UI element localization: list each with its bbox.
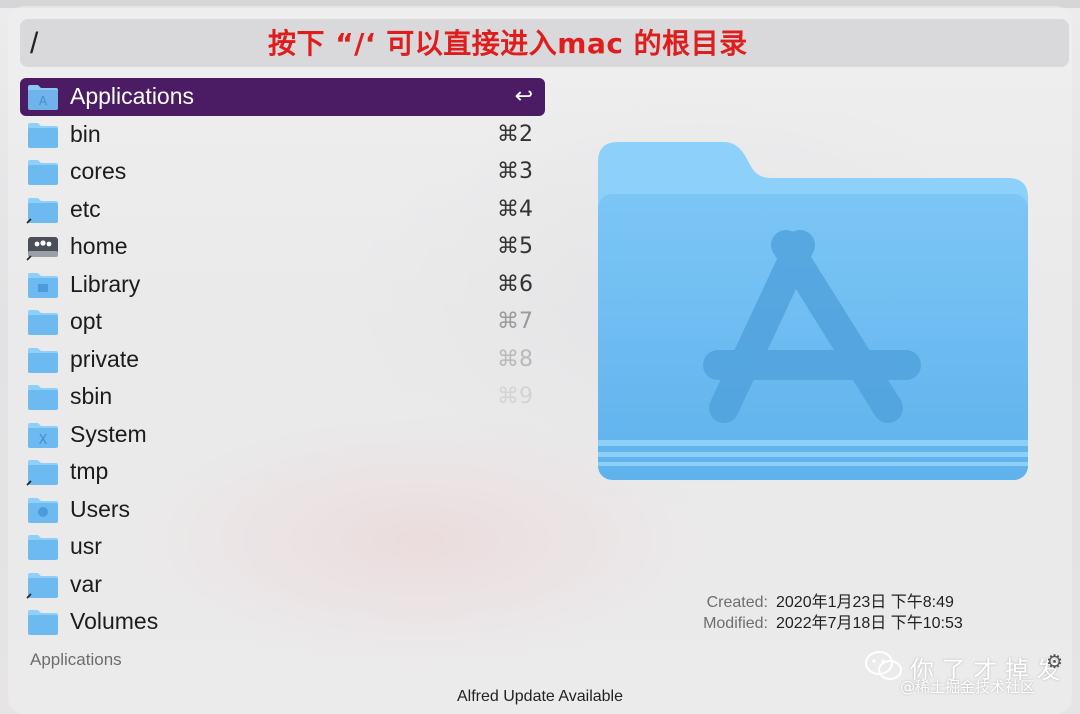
folder-icon <box>26 121 60 149</box>
result-label: Users <box>70 495 131 522</box>
result-label: Volumes <box>70 608 159 635</box>
shortcut-hint: ⌘5 <box>497 234 533 260</box>
shortcut-hint: ⌘2 <box>497 121 533 147</box>
users-folder-icon <box>26 496 60 524</box>
result-row[interactable]: etc ⌘4 <box>20 191 545 229</box>
shortcut-hint: ⌘4 <box>497 196 533 222</box>
result-label: private <box>70 345 140 372</box>
result-label: Library <box>70 270 141 297</box>
folder-icon <box>26 533 60 561</box>
result-row[interactable]: Volumes <box>20 603 545 641</box>
result-row[interactable]: X System <box>20 416 545 454</box>
shortcut-hint: ⌘7 <box>497 309 533 335</box>
alias-folder-icon <box>26 458 60 486</box>
shortcut-hint: ⌘3 <box>497 159 533 185</box>
modified-value: 2022年7月18日 下午10:53 <box>776 615 963 632</box>
gear-icon[interactable]: ⚙ <box>1046 651 1063 673</box>
annotation-text: 按下 “/‘ 可以直接进入mac 的根目录 <box>268 27 748 60</box>
result-row[interactable]: var <box>20 566 545 604</box>
result-row[interactable]: cores ⌘3 <box>20 153 545 191</box>
library-folder-icon <box>26 271 60 299</box>
applications-folder-icon: A <box>26 83 60 111</box>
result-row[interactable]: home ⌘5 <box>20 228 545 266</box>
svg-text:X: X <box>39 433 48 448</box>
shortcut-hint: ⌘6 <box>497 271 533 297</box>
result-label: System <box>70 420 147 447</box>
folder-icon <box>26 383 60 411</box>
result-label: etc <box>70 195 101 222</box>
selected-path: Applications <box>30 650 122 669</box>
svg-text:A: A <box>39 94 48 108</box>
search-input[interactable]: / <box>30 24 38 64</box>
network-drive-icon <box>26 233 60 261</box>
results-list: A Applications ↩ bin ⌘2 cores ⌘3 etc ⌘4 home ⌘5 Lib… <box>20 78 545 641</box>
modified-label: Modified: <box>703 615 768 632</box>
folder-icon <box>26 608 60 636</box>
applications-folder-preview-icon <box>598 142 1028 480</box>
alias-folder-icon <box>26 196 60 224</box>
result-label: usr <box>70 533 102 560</box>
result-label: Applications <box>70 83 195 110</box>
shortcut-hint: ⌘9 <box>497 384 533 410</box>
result-label: tmp <box>70 458 109 485</box>
shortcut-hint: ⌘8 <box>497 346 533 372</box>
result-label: sbin <box>70 383 113 410</box>
result-label: var <box>70 570 102 597</box>
folder-icon <box>26 346 60 374</box>
watermark: 你 了 才 掉 发 @稀土掘金技术社区 <box>864 650 1076 702</box>
result-label: bin <box>70 120 101 147</box>
return-key-icon: ↩ <box>514 84 533 110</box>
result-row[interactable]: sbin ⌘9 <box>20 378 545 416</box>
alias-folder-icon <box>26 571 60 599</box>
meta-labels: Created: Modified: <box>648 592 768 634</box>
result-row[interactable]: Users <box>20 491 545 529</box>
folder-icon <box>26 308 60 336</box>
result-row[interactable]: private ⌘8 <box>20 341 545 379</box>
result-row[interactable]: usr <box>20 528 545 566</box>
created-label: Created: <box>706 594 768 611</box>
result-label: cores <box>70 158 127 185</box>
result-row[interactable]: opt ⌘7 <box>20 303 545 341</box>
result-row[interactable]: tmp <box>20 453 545 491</box>
system-folder-icon: X <box>26 421 60 449</box>
meta-values: 2020年1月23日 下午8:49 2022年7月18日 下午10:53 <box>776 592 963 634</box>
folder-icon <box>26 158 60 186</box>
created-value: 2020年1月23日 下午8:49 <box>776 594 954 611</box>
wechat-logo-icon <box>865 651 902 680</box>
result-label: home <box>70 233 128 260</box>
result-label: opt <box>70 308 102 335</box>
result-row[interactable]: bin ⌘2 <box>20 116 545 154</box>
result-row[interactable]: A Applications ↩ <box>20 78 545 116</box>
result-row[interactable]: Library ⌘6 <box>20 266 545 304</box>
watermark-subtitle: @稀土掘金技术社区 <box>900 678 1036 696</box>
